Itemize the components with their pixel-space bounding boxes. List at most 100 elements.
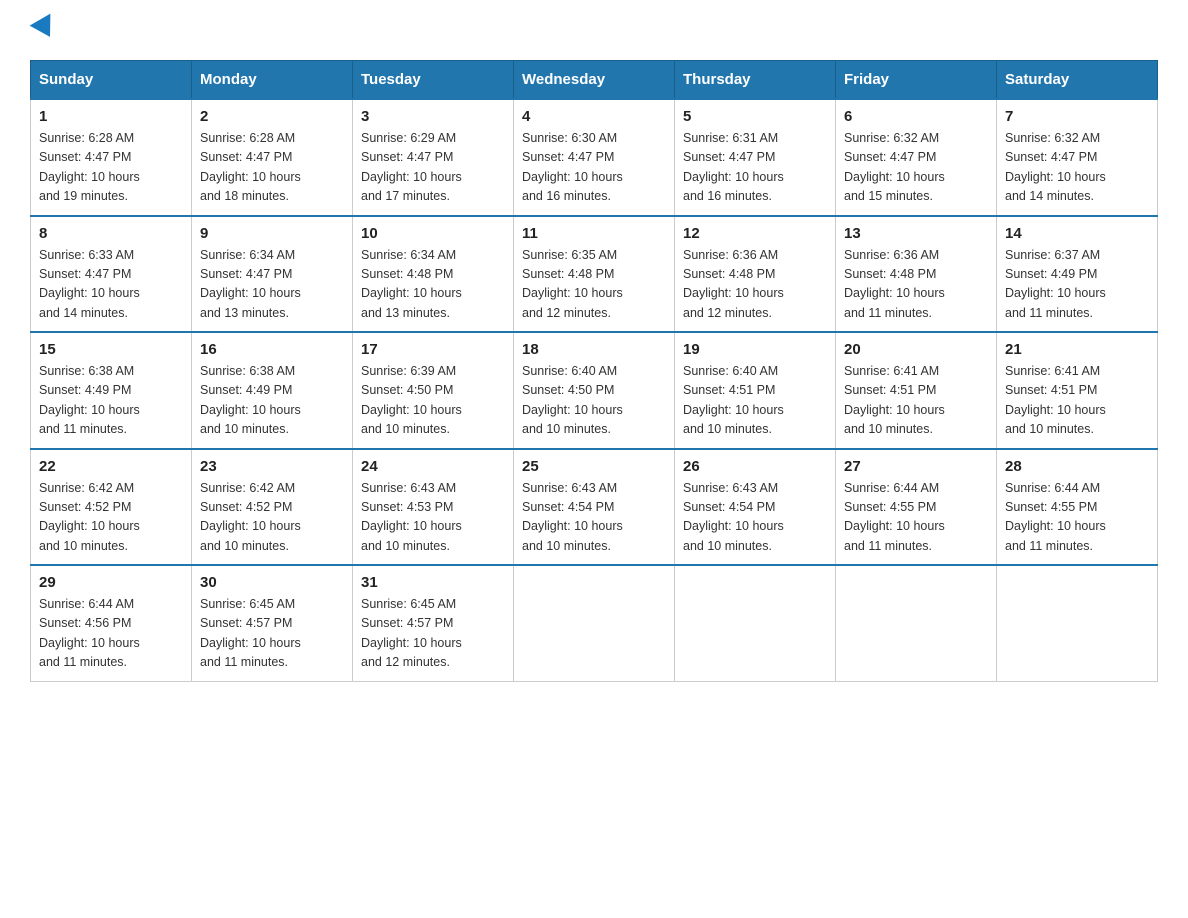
day-info: Sunrise: 6:32 AMSunset: 4:47 PMDaylight:…: [844, 129, 988, 207]
calendar-cell: [997, 565, 1158, 681]
day-number: 13: [844, 225, 988, 242]
logo-triangle-icon: [30, 14, 61, 43]
day-info: Sunrise: 6:37 AMSunset: 4:49 PMDaylight:…: [1005, 246, 1149, 324]
header-thursday: Thursday: [675, 61, 836, 100]
calendar-cell: [675, 565, 836, 681]
day-number: 31: [361, 574, 505, 591]
calendar-cell: 3 Sunrise: 6:29 AMSunset: 4:47 PMDayligh…: [353, 99, 514, 216]
day-info: Sunrise: 6:33 AMSunset: 4:47 PMDaylight:…: [39, 246, 183, 324]
header-monday: Monday: [192, 61, 353, 100]
calendar-cell: 6 Sunrise: 6:32 AMSunset: 4:47 PMDayligh…: [836, 99, 997, 216]
calendar-cell: 18 Sunrise: 6:40 AMSunset: 4:50 PMDaylig…: [514, 332, 675, 449]
day-info: Sunrise: 6:39 AMSunset: 4:50 PMDaylight:…: [361, 362, 505, 440]
calendar-cell: 2 Sunrise: 6:28 AMSunset: 4:47 PMDayligh…: [192, 99, 353, 216]
day-number: 7: [1005, 108, 1149, 125]
day-number: 9: [200, 225, 344, 242]
day-number: 25: [522, 458, 666, 475]
day-info: Sunrise: 6:45 AMSunset: 4:57 PMDaylight:…: [361, 595, 505, 673]
day-info: Sunrise: 6:40 AMSunset: 4:51 PMDaylight:…: [683, 362, 827, 440]
day-number: 5: [683, 108, 827, 125]
day-number: 1: [39, 108, 183, 125]
day-info: Sunrise: 6:28 AMSunset: 4:47 PMDaylight:…: [200, 129, 344, 207]
calendar-table: SundayMondayTuesdayWednesdayThursdayFrid…: [30, 60, 1158, 682]
day-info: Sunrise: 6:43 AMSunset: 4:53 PMDaylight:…: [361, 479, 505, 557]
day-info: Sunrise: 6:40 AMSunset: 4:50 PMDaylight:…: [522, 362, 666, 440]
day-info: Sunrise: 6:35 AMSunset: 4:48 PMDaylight:…: [522, 246, 666, 324]
day-info: Sunrise: 6:36 AMSunset: 4:48 PMDaylight:…: [683, 246, 827, 324]
day-number: 11: [522, 225, 666, 242]
calendar-cell: 14 Sunrise: 6:37 AMSunset: 4:49 PMDaylig…: [997, 216, 1158, 333]
calendar-cell: 17 Sunrise: 6:39 AMSunset: 4:50 PMDaylig…: [353, 332, 514, 449]
day-info: Sunrise: 6:34 AMSunset: 4:48 PMDaylight:…: [361, 246, 505, 324]
logo: [30, 20, 58, 40]
day-number: 14: [1005, 225, 1149, 242]
calendar-cell: 25 Sunrise: 6:43 AMSunset: 4:54 PMDaylig…: [514, 449, 675, 566]
day-info: Sunrise: 6:28 AMSunset: 4:47 PMDaylight:…: [39, 129, 183, 207]
calendar-cell: 4 Sunrise: 6:30 AMSunset: 4:47 PMDayligh…: [514, 99, 675, 216]
calendar-cell: 11 Sunrise: 6:35 AMSunset: 4:48 PMDaylig…: [514, 216, 675, 333]
calendar-cell: 10 Sunrise: 6:34 AMSunset: 4:48 PMDaylig…: [353, 216, 514, 333]
day-info: Sunrise: 6:41 AMSunset: 4:51 PMDaylight:…: [1005, 362, 1149, 440]
day-number: 28: [1005, 458, 1149, 475]
calendar-cell: 26 Sunrise: 6:43 AMSunset: 4:54 PMDaylig…: [675, 449, 836, 566]
calendar-cell: 27 Sunrise: 6:44 AMSunset: 4:55 PMDaylig…: [836, 449, 997, 566]
calendar-cell: 29 Sunrise: 6:44 AMSunset: 4:56 PMDaylig…: [31, 565, 192, 681]
calendar-cell: 5 Sunrise: 6:31 AMSunset: 4:47 PMDayligh…: [675, 99, 836, 216]
day-number: 12: [683, 225, 827, 242]
day-number: 22: [39, 458, 183, 475]
calendar-week-row: 1 Sunrise: 6:28 AMSunset: 4:47 PMDayligh…: [31, 99, 1158, 216]
day-info: Sunrise: 6:32 AMSunset: 4:47 PMDaylight:…: [1005, 129, 1149, 207]
day-info: Sunrise: 6:44 AMSunset: 4:55 PMDaylight:…: [1005, 479, 1149, 557]
day-info: Sunrise: 6:31 AMSunset: 4:47 PMDaylight:…: [683, 129, 827, 207]
calendar-cell: 13 Sunrise: 6:36 AMSunset: 4:48 PMDaylig…: [836, 216, 997, 333]
day-info: Sunrise: 6:45 AMSunset: 4:57 PMDaylight:…: [200, 595, 344, 673]
day-number: 21: [1005, 341, 1149, 358]
calendar-week-row: 22 Sunrise: 6:42 AMSunset: 4:52 PMDaylig…: [31, 449, 1158, 566]
calendar-cell: 19 Sunrise: 6:40 AMSunset: 4:51 PMDaylig…: [675, 332, 836, 449]
day-info: Sunrise: 6:30 AMSunset: 4:47 PMDaylight:…: [522, 129, 666, 207]
day-number: 3: [361, 108, 505, 125]
calendar-cell: 1 Sunrise: 6:28 AMSunset: 4:47 PMDayligh…: [31, 99, 192, 216]
day-info: Sunrise: 6:43 AMSunset: 4:54 PMDaylight:…: [683, 479, 827, 557]
day-info: Sunrise: 6:38 AMSunset: 4:49 PMDaylight:…: [39, 362, 183, 440]
day-number: 20: [844, 341, 988, 358]
calendar-header-row: SundayMondayTuesdayWednesdayThursdayFrid…: [31, 61, 1158, 100]
calendar-cell: 24 Sunrise: 6:43 AMSunset: 4:53 PMDaylig…: [353, 449, 514, 566]
day-number: 15: [39, 341, 183, 358]
day-number: 18: [522, 341, 666, 358]
day-info: Sunrise: 6:42 AMSunset: 4:52 PMDaylight:…: [39, 479, 183, 557]
calendar-cell: 7 Sunrise: 6:32 AMSunset: 4:47 PMDayligh…: [997, 99, 1158, 216]
day-number: 10: [361, 225, 505, 242]
page-header: [30, 20, 1158, 40]
day-number: 19: [683, 341, 827, 358]
calendar-cell: 12 Sunrise: 6:36 AMSunset: 4:48 PMDaylig…: [675, 216, 836, 333]
day-number: 6: [844, 108, 988, 125]
calendar-cell: 20 Sunrise: 6:41 AMSunset: 4:51 PMDaylig…: [836, 332, 997, 449]
day-number: 4: [522, 108, 666, 125]
calendar-week-row: 8 Sunrise: 6:33 AMSunset: 4:47 PMDayligh…: [31, 216, 1158, 333]
day-number: 29: [39, 574, 183, 591]
calendar-cell: 31 Sunrise: 6:45 AMSunset: 4:57 PMDaylig…: [353, 565, 514, 681]
calendar-cell: 22 Sunrise: 6:42 AMSunset: 4:52 PMDaylig…: [31, 449, 192, 566]
day-number: 8: [39, 225, 183, 242]
day-number: 24: [361, 458, 505, 475]
day-number: 16: [200, 341, 344, 358]
day-info: Sunrise: 6:34 AMSunset: 4:47 PMDaylight:…: [200, 246, 344, 324]
calendar-cell: [836, 565, 997, 681]
day-number: 17: [361, 341, 505, 358]
day-info: Sunrise: 6:29 AMSunset: 4:47 PMDaylight:…: [361, 129, 505, 207]
calendar-cell: 30 Sunrise: 6:45 AMSunset: 4:57 PMDaylig…: [192, 565, 353, 681]
header-friday: Friday: [836, 61, 997, 100]
calendar-week-row: 15 Sunrise: 6:38 AMSunset: 4:49 PMDaylig…: [31, 332, 1158, 449]
day-info: Sunrise: 6:41 AMSunset: 4:51 PMDaylight:…: [844, 362, 988, 440]
header-saturday: Saturday: [997, 61, 1158, 100]
calendar-cell: 15 Sunrise: 6:38 AMSunset: 4:49 PMDaylig…: [31, 332, 192, 449]
day-info: Sunrise: 6:44 AMSunset: 4:56 PMDaylight:…: [39, 595, 183, 673]
header-sunday: Sunday: [31, 61, 192, 100]
calendar-cell: [514, 565, 675, 681]
calendar-cell: 8 Sunrise: 6:33 AMSunset: 4:47 PMDayligh…: [31, 216, 192, 333]
calendar-cell: 23 Sunrise: 6:42 AMSunset: 4:52 PMDaylig…: [192, 449, 353, 566]
day-info: Sunrise: 6:43 AMSunset: 4:54 PMDaylight:…: [522, 479, 666, 557]
day-number: 23: [200, 458, 344, 475]
day-info: Sunrise: 6:44 AMSunset: 4:55 PMDaylight:…: [844, 479, 988, 557]
